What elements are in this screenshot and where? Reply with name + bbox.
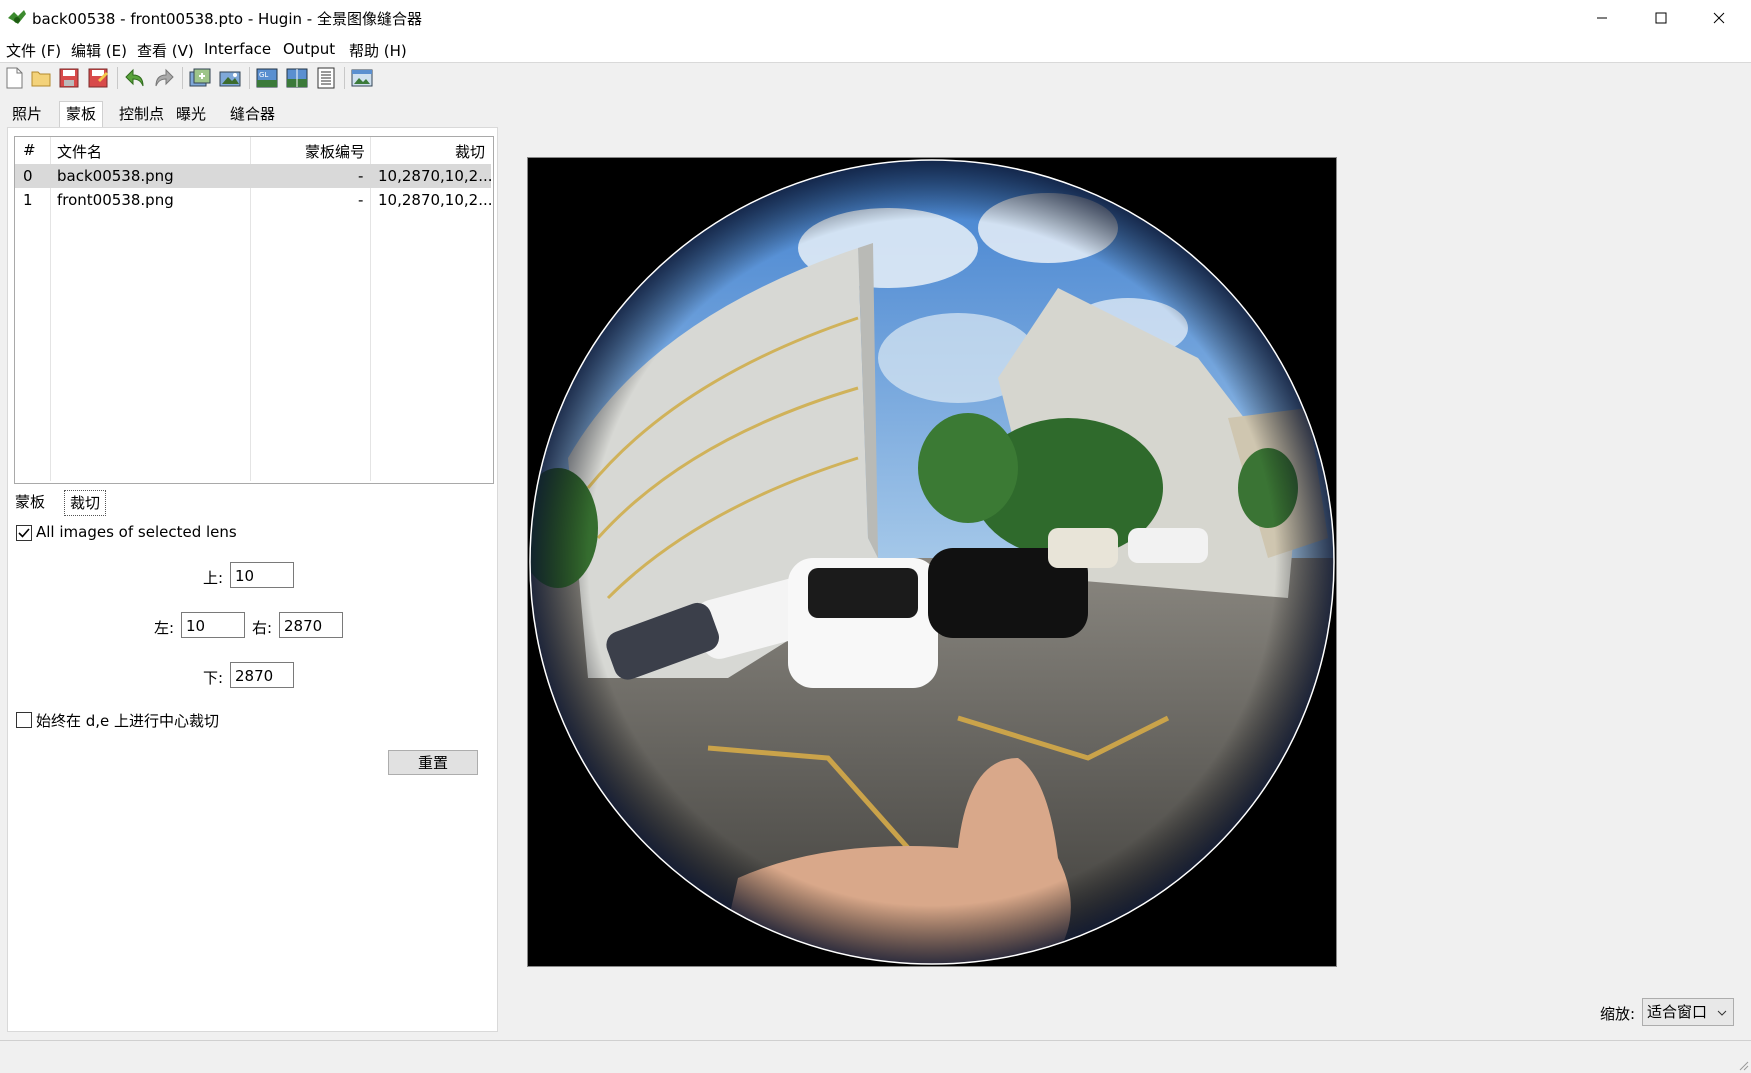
table-row[interactable]: 0 back00538.png - 10,2870,10,2... [15,164,493,188]
header-crop[interactable]: 裁切 [455,141,485,162]
title-bar: back00538 - front00538.pto - Hugin - 全景图… [0,0,1751,36]
menu-interface[interactable]: Interface [204,40,271,58]
menu-help[interactable]: 帮助 (H) [349,40,407,61]
open-folder-icon[interactable] [29,66,53,90]
save-as-icon[interactable] [86,66,110,90]
subtab-mask[interactable]: 蒙板 [10,490,50,514]
tab-exposure[interactable]: 曝光 [170,102,212,126]
undo-icon[interactable] [123,66,147,90]
svg-text:GL: GL [259,71,268,79]
image-list[interactable]: # 文件名 蒙板编号 裁切 0 back00538.png - 10,2870,… [14,136,494,484]
crop-bottom-input[interactable]: 2870 [230,662,294,688]
toolbar-separator [117,67,118,89]
crop-right-input[interactable]: 2870 [279,612,343,638]
menu-edit[interactable]: 编辑 (E) [71,40,127,61]
assistant-icon[interactable] [350,66,374,90]
row-crop: 10,2870,10,2... [378,191,493,209]
row-index: 0 [23,167,33,185]
tab-mask[interactable]: 蒙板 [59,101,104,128]
fast-preview-icon[interactable] [285,66,309,90]
menu-output[interactable]: Output [283,40,335,58]
fisheye-photo [528,158,1336,966]
tab-stitcher[interactable]: 缝合器 [224,102,281,126]
bottom-label: 下: [203,669,224,687]
redo-icon[interactable] [152,66,176,90]
save-icon[interactable] [57,66,81,90]
toolbar-separator [182,67,183,89]
close-icon [1713,12,1725,24]
menu-view[interactable]: 查看 (V) [137,40,194,61]
minimize-button[interactable] [1573,0,1631,36]
crop-left-input[interactable]: 10 [181,612,245,638]
center-crop-checkbox[interactable] [16,712,32,728]
add-series-icon[interactable] [218,66,242,90]
subtab-crop[interactable]: 裁切 [64,490,107,516]
center-crop-label: 始终在 d,e 上进行中心裁切 [36,712,220,730]
toolbar-separator [344,67,345,89]
window-title: back00538 - front00538.pto - Hugin - 全景图… [32,10,422,28]
fisheye-preview-image[interactable] [527,157,1337,967]
reset-button[interactable]: 重置 [388,750,478,775]
layout-icon[interactable] [314,66,338,90]
crop-top-input[interactable]: 10 [230,562,294,588]
zoom-value: 适合窗口 [1647,1003,1708,1021]
row-filename: back00538.png [57,167,174,185]
maximize-button[interactable] [1632,0,1690,36]
checkmark-icon [18,528,30,538]
chevron-down-icon [1717,1010,1727,1016]
gl-preview-icon[interactable]: GL [255,66,279,90]
table-row[interactable]: 1 front00538.png - 10,2870,10,2... [15,188,493,212]
row-mask-count: - [358,167,364,185]
left-label: 左: [154,619,175,637]
header-mask-count[interactable]: 蒙板编号 [305,141,365,162]
row-mask-count: - [358,191,364,209]
zoom-label: 缩放: [1600,1005,1636,1023]
minimize-icon [1597,17,1607,19]
close-button[interactable] [1690,0,1748,36]
row-index: 1 [23,191,33,209]
header-index[interactable]: # [23,141,36,159]
add-images-icon[interactable] [188,66,212,90]
row-filename: front00538.png [57,191,174,209]
right-label: 右: [252,619,273,637]
tab-control-points[interactable]: 控制点 [113,102,170,126]
maximize-icon [1655,12,1667,24]
toolbar-separator [249,67,250,89]
header-filename[interactable]: 文件名 [57,141,102,162]
status-bar [0,1040,1751,1073]
all-images-checkbox[interactable] [16,525,32,541]
menu-file[interactable]: 文件 (F) [6,40,61,61]
new-file-icon[interactable] [2,66,26,90]
all-images-label: All images of selected lens [36,523,237,541]
toolbar: GL [0,63,1751,93]
row-crop: 10,2870,10,2... [378,167,493,185]
menu-bar: 文件 (F) 编辑 (E) 查看 (V) Interface Output 帮助… [0,36,1751,63]
top-label: 上: [203,569,224,587]
zoom-select[interactable]: 适合窗口 [1642,998,1734,1026]
hugin-app-icon [8,10,26,24]
tab-photos[interactable]: 照片 [6,102,48,126]
resize-grip-icon[interactable] [1737,1059,1749,1071]
